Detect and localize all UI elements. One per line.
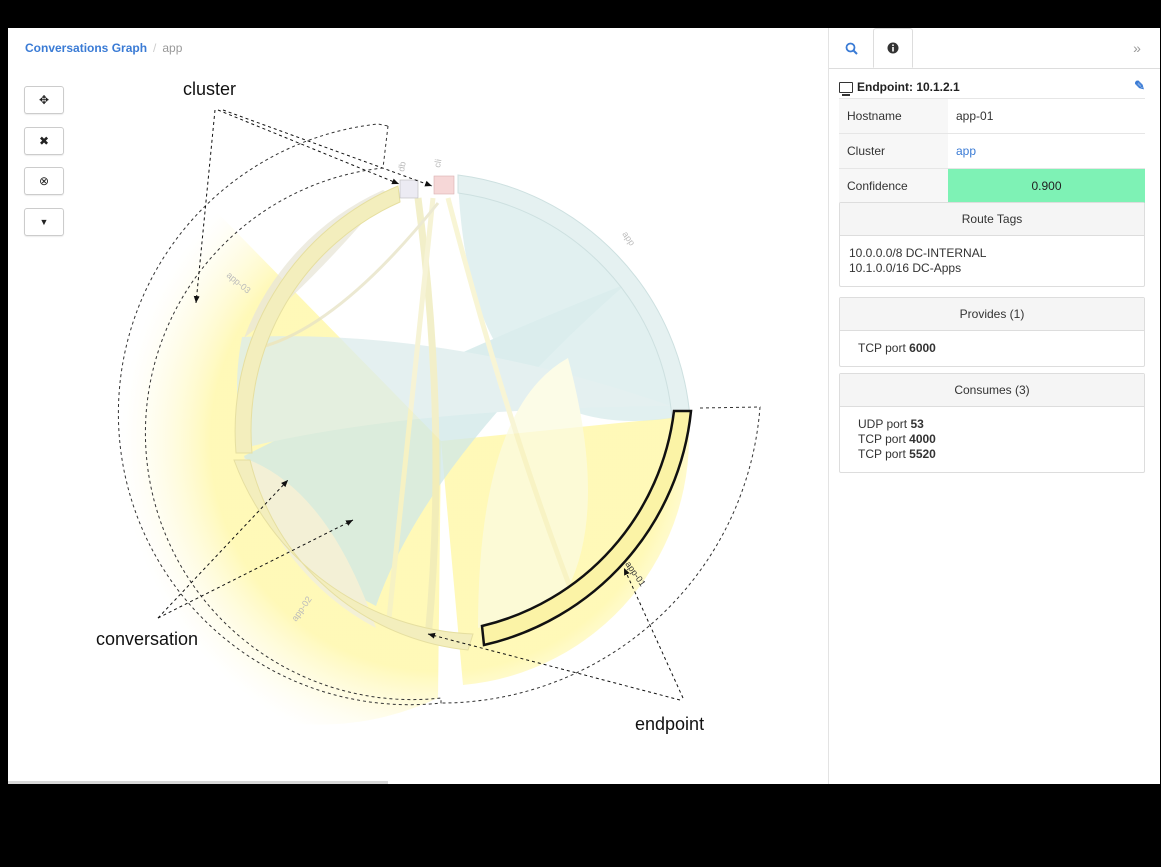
confidence-label: Confidence: [839, 168, 948, 203]
consumes-item: TCP port 4000: [858, 432, 936, 446]
consumes-item: TCP port 5520: [858, 447, 936, 461]
endpoint-header: Endpoint: 10.1.2.1 ✎: [839, 76, 1145, 98]
close-icon: ✖: [38, 134, 50, 148]
breadcrumb: Conversations Graph / app: [25, 41, 182, 55]
collapse-panel-button[interactable]: »: [1117, 28, 1157, 68]
conversations-graph: app app-03 app-02 app-01 db cli cluster …: [41, 79, 761, 734]
circle-x-icon: ⊗: [38, 174, 50, 188]
svg-text:app: app: [620, 229, 637, 247]
route-tag-item: 10.1.0.0/16 DC-Apps: [849, 261, 962, 275]
search-icon: [845, 42, 858, 55]
route-tags-header: Route Tags: [840, 203, 1144, 236]
move-tool-button[interactable]: ✥: [24, 86, 64, 114]
provides-box: Provides (1) TCP port 6000: [839, 297, 1145, 367]
breadcrumb-separator: /: [153, 41, 157, 55]
clear-button[interactable]: ✖: [24, 127, 64, 155]
edit-pencil-icon[interactable]: ✎: [1134, 78, 1145, 94]
app-screen: app app-03 app-02 app-01 db cli cluster …: [8, 28, 1160, 784]
svg-text:db: db: [396, 161, 408, 173]
route-tags-box: Route Tags 10.0.0.0/8 DC-INTERNAL 10.1.0…: [839, 202, 1145, 287]
panel-tabs: »: [829, 28, 1160, 69]
table-row: Cluster app: [839, 133, 1145, 169]
confidence-value: 0.900: [948, 168, 1145, 203]
annotation-endpoint: endpoint: [635, 714, 704, 734]
provides-item: TCP port 6000: [858, 341, 936, 355]
segment-cli: [433, 175, 455, 195]
monitor-icon: [839, 81, 853, 96]
info-icon: [887, 42, 899, 54]
cluster-link[interactable]: app: [948, 133, 1145, 169]
endpoint-title: Endpoint: 10.1.2.1: [857, 80, 960, 94]
endpoint-info-table: Hostname app-01 Cluster app Confidence 0…: [839, 98, 1145, 203]
filter-button[interactable]: ▼: [24, 208, 64, 236]
remove-button[interactable]: ⊗: [24, 167, 64, 195]
breadcrumb-current: app: [162, 41, 183, 55]
double-chevron-right-icon: »: [1133, 40, 1141, 56]
cluster-label: Cluster: [839, 133, 948, 169]
consumes-header: Consumes (3): [840, 374, 1144, 407]
annotation-cluster: cluster: [183, 79, 236, 99]
horizontal-scrollbar[interactable]: [8, 781, 388, 784]
segment-db: [399, 179, 419, 199]
tab-search[interactable]: [831, 28, 871, 68]
hostname-value: app-01: [948, 98, 1145, 134]
table-row: Confidence 0.900: [839, 168, 1145, 203]
table-row: Hostname app-01: [839, 98, 1145, 134]
route-tag-item: 10.0.0.0/8 DC-INTERNAL: [849, 246, 987, 260]
tab-info[interactable]: [873, 28, 913, 68]
breadcrumb-root-link[interactable]: Conversations Graph: [25, 41, 147, 55]
annotation-conversation: conversation: [96, 629, 198, 649]
provides-header: Provides (1): [840, 298, 1144, 331]
svg-text:cli: cli: [432, 158, 443, 168]
move-icon: ✥: [38, 93, 50, 107]
consumes-box: Consumes (3) UDP port 53 TCP port 4000 T…: [839, 373, 1145, 473]
filter-icon: ▼: [39, 217, 49, 227]
hostname-label: Hostname: [839, 98, 948, 134]
consumes-item: UDP port 53: [858, 417, 924, 431]
graph-area: app app-03 app-02 app-01 db cli cluster …: [8, 28, 828, 784]
details-panel: » Endpoint: 10.1.2.1 ✎ Hostname app-01 C…: [828, 28, 1160, 784]
